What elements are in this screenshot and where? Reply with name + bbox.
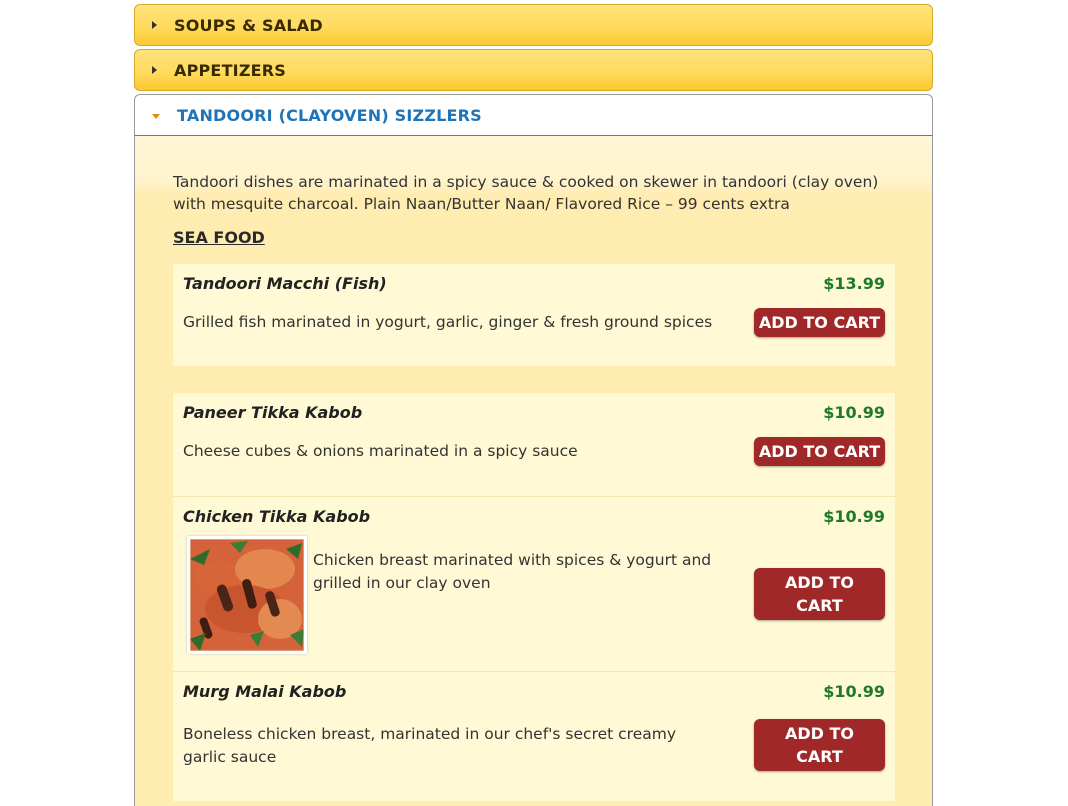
category-title: SEA FOOD	[173, 228, 265, 247]
section-intro: Tandoori dishes are marinated in a spicy…	[173, 173, 879, 213]
add-to-cart-button[interactable]: ADD TO CART	[754, 568, 885, 620]
menu-accordion: SOUPS & SALAD APPETIZERS TANDOORI (CLAYO…	[134, 4, 933, 806]
add-to-cart-button[interactable]: ADD TO CART	[754, 437, 885, 466]
menu-item: Chicken Tikka Kabob $10.99 Chicken breas…	[173, 496, 895, 671]
caret-right-icon	[152, 21, 157, 29]
item-description: Grilled fish marinated in yogurt, garlic…	[183, 313, 713, 331]
item-description: Boneless chicken breast, marinated in ou…	[183, 725, 677, 766]
caret-down-icon	[152, 113, 160, 119]
item-name: Tandoori Macchi (Fish)	[183, 274, 387, 293]
chicken-tikka-kabob-image[interactable]	[187, 536, 307, 654]
accordion-header-appetizers[interactable]: APPETIZERS	[134, 49, 933, 91]
item-price: $10.99	[823, 507, 885, 526]
accordion-title: TANDOORI (CLAYOVEN) SIZZLERS	[177, 105, 482, 125]
caret-right-icon	[152, 66, 157, 74]
item-name: Chicken Tikka Kabob	[183, 507, 371, 526]
item-description: Cheese cubes & onions marinated in a spi…	[183, 442, 578, 460]
item-price: $13.99	[823, 274, 885, 293]
accordion-header-tandoori[interactable]: TANDOORI (CLAYOVEN) SIZZLERS	[134, 94, 933, 136]
item-name: Paneer Tikka Kabob	[183, 403, 363, 422]
item-name: Murg Malai Kabob	[183, 682, 347, 701]
item-price: $10.99	[823, 403, 885, 422]
add-to-cart-button[interactable]: ADD TO CART	[754, 308, 885, 337]
menu-item: Murg Malai Kabob $10.99 Boneless chicken…	[173, 671, 895, 801]
menu-item: Paneer Tikka Kabob $10.99 Cheese cubes &…	[173, 393, 895, 496]
accordion-content-tandoori: Tandoori dishes are marinated in a spicy…	[134, 136, 933, 806]
accordion-title: SOUPS & SALAD	[174, 15, 323, 35]
accordion-section-tandoori: TANDOORI (CLAYOVEN) SIZZLERS Tandoori di…	[134, 94, 933, 806]
item-description: Chicken breast marinated with spices & y…	[313, 551, 712, 592]
add-to-cart-button[interactable]: ADD TO CART	[754, 719, 885, 771]
accordion-header-soups-salad[interactable]: SOUPS & SALAD	[134, 4, 933, 46]
menu-item: Tandoori Macchi (Fish) $13.99 Grilled fi…	[173, 264, 895, 366]
item-price: $10.99	[823, 682, 885, 701]
accordion-title: APPETIZERS	[174, 60, 287, 80]
